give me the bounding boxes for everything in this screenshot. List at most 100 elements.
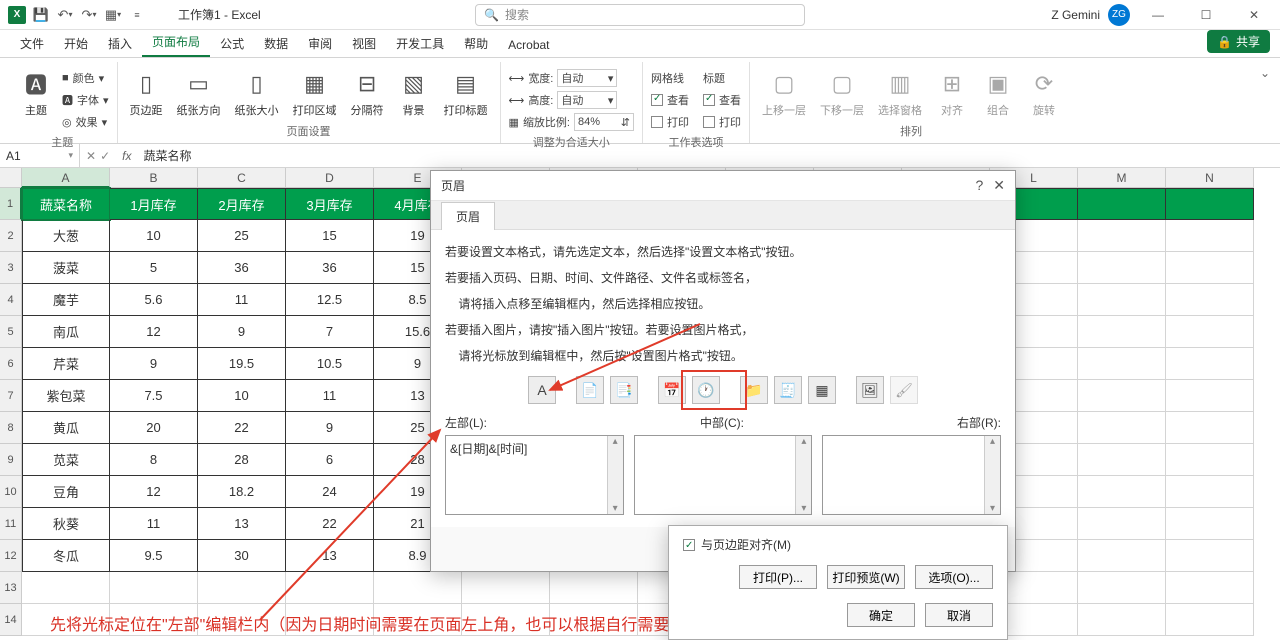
rotate-button[interactable]: ⟳旋转 (1024, 66, 1064, 120)
column-header[interactable]: M (1078, 168, 1166, 188)
cell[interactable] (374, 572, 462, 604)
width-select[interactable]: ⟷ 宽度: 自动▾ (509, 68, 634, 88)
insert-date-button[interactable]: 📅 (658, 376, 686, 404)
cell[interactable]: 9 (110, 348, 198, 380)
row-header[interactable]: 5 (0, 316, 22, 348)
size-button[interactable]: ▯纸张大小 (231, 66, 283, 120)
cell[interactable] (1166, 444, 1254, 476)
cell[interactable] (1078, 316, 1166, 348)
row-header[interactable]: 1 (0, 188, 22, 220)
cell[interactable] (1078, 412, 1166, 444)
cell[interactable]: 12.5 (286, 284, 374, 316)
print-area-button[interactable]: ▦打印区域 (289, 66, 341, 120)
cell[interactable] (1078, 188, 1166, 220)
overflow-icon[interactable]: ≡ (126, 4, 148, 26)
format-picture-button[interactable]: 🖌 (890, 376, 918, 404)
cell[interactable]: 9.5 (110, 540, 198, 572)
tab-help[interactable]: 帮助 (454, 29, 498, 57)
cell[interactable] (1078, 508, 1166, 540)
bring-forward-button[interactable]: ▢上移一层 (758, 66, 810, 120)
cell[interactable] (462, 572, 550, 604)
avatar[interactable]: ZG (1108, 4, 1130, 26)
row-header[interactable]: 6 (0, 348, 22, 380)
row-header[interactable]: 4 (0, 284, 22, 316)
insert-filename-button[interactable]: 🧾 (774, 376, 802, 404)
dialog-help-button[interactable]: ? (975, 177, 983, 194)
format-text-button[interactable]: A (528, 376, 556, 404)
tab-pagelayout[interactable]: 页面布局 (142, 27, 210, 57)
row-header[interactable]: 10 (0, 476, 22, 508)
tab-view[interactable]: 视图 (342, 29, 386, 57)
cell[interactable]: 22 (286, 508, 374, 540)
cell[interactable]: 7.5 (110, 380, 198, 412)
column-header[interactable]: C (198, 168, 286, 188)
cell[interactable]: 菠菜 (22, 252, 110, 284)
quickaccess-icon[interactable]: ▦▾ (102, 4, 124, 26)
cell[interactable]: 12 (110, 476, 198, 508)
insert-filepath-button[interactable]: 📁 (740, 376, 768, 404)
cell[interactable] (1166, 476, 1254, 508)
options-button[interactable]: 选项(O)... (915, 565, 993, 589)
column-header[interactable]: B (110, 168, 198, 188)
print-preview-button[interactable]: 打印预览(W) (827, 565, 905, 589)
cell[interactable]: 15 (286, 220, 374, 252)
cell[interactable] (1166, 412, 1254, 444)
cell[interactable] (1078, 604, 1166, 636)
cell[interactable] (1166, 380, 1254, 412)
save-icon[interactable]: 💾 (30, 4, 52, 26)
effects-button[interactable]: ◎ 效果 ▾ (62, 112, 109, 132)
cell[interactable]: 2月库存 (198, 188, 286, 220)
cell[interactable]: 魔芋 (22, 284, 110, 316)
cell[interactable] (550, 572, 638, 604)
row-header[interactable]: 7 (0, 380, 22, 412)
minimize-button[interactable]: — (1138, 4, 1178, 26)
search-box[interactable]: 🔍 搜索 (475, 4, 805, 26)
cell[interactable] (1166, 540, 1254, 572)
insert-pages-button[interactable]: 📑 (610, 376, 638, 404)
cell[interactable]: 19.5 (198, 348, 286, 380)
cell[interactable]: 6 (286, 444, 374, 476)
cell[interactable]: 紫包菜 (22, 380, 110, 412)
row-header[interactable]: 13 (0, 572, 22, 604)
row-header[interactable]: 12 (0, 540, 22, 572)
print-titles-button[interactable]: ▤打印标题 (440, 66, 492, 120)
cell[interactable] (1078, 284, 1166, 316)
tab-formulas[interactable]: 公式 (210, 29, 254, 57)
insert-time-button[interactable]: 🕐 (692, 376, 720, 404)
cell[interactable]: 36 (198, 252, 286, 284)
redo-icon[interactable]: ↷▾ (78, 4, 100, 26)
cell[interactable]: 18.2 (198, 476, 286, 508)
tab-review[interactable]: 审阅 (298, 29, 342, 57)
cell[interactable]: 12 (110, 316, 198, 348)
breaks-button[interactable]: ⊟分隔符 (347, 66, 388, 120)
cell[interactable]: 3月库存 (286, 188, 374, 220)
cell[interactable]: 南瓜 (22, 316, 110, 348)
cell[interactable] (1166, 572, 1254, 604)
tab-insert[interactable]: 插入 (98, 29, 142, 57)
cell[interactable]: 13 (198, 508, 286, 540)
themes-button[interactable]: 🅰主题 (16, 66, 56, 120)
cell[interactable]: 豆角 (22, 476, 110, 508)
maximize-button[interactable]: ☐ (1186, 4, 1226, 26)
right-section-input[interactable]: ▴▾ (822, 435, 1001, 515)
row-header[interactable]: 3 (0, 252, 22, 284)
cell[interactable]: 11 (286, 380, 374, 412)
gridlines-print-checkbox[interactable]: 打印 (651, 112, 689, 132)
cell[interactable] (1166, 316, 1254, 348)
cell[interactable] (286, 572, 374, 604)
column-header[interactable]: D (286, 168, 374, 188)
select-all-corner[interactable] (0, 168, 22, 188)
cell[interactable]: 10 (198, 380, 286, 412)
row-header[interactable]: 2 (0, 220, 22, 252)
cell[interactable] (1166, 508, 1254, 540)
dialog-tab-header[interactable]: 页眉 (441, 202, 495, 230)
cell[interactable]: 22 (198, 412, 286, 444)
cell[interactable] (1078, 380, 1166, 412)
dialog-close-button[interactable]: ✕ (993, 177, 1005, 194)
share-button[interactable]: 🔒 共享 (1207, 30, 1270, 53)
cell[interactable]: 蔬菜名称 (22, 188, 110, 220)
scale-spinner[interactable]: ▦ 缩放比例: 84%⇵ (509, 112, 634, 132)
cell[interactable] (1078, 220, 1166, 252)
cell[interactable]: 9 (198, 316, 286, 348)
cell[interactable]: 秋葵 (22, 508, 110, 540)
